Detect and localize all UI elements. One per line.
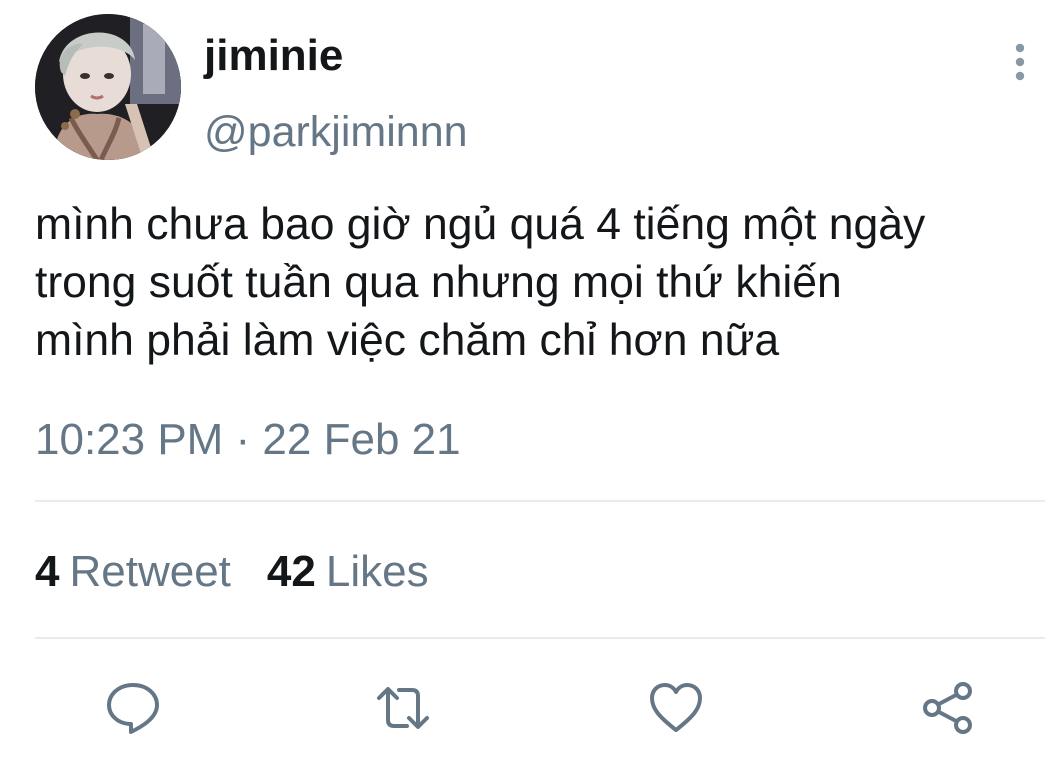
- like-button[interactable]: [648, 680, 704, 736]
- retweet-icon: [377, 687, 429, 729]
- tweet-text-line: mình chưa bao giờ ngủ quá 4 tiếng một ng…: [35, 200, 926, 249]
- heart-icon: [650, 683, 702, 732]
- more-vertical-icon: [1015, 43, 1025, 81]
- avatar[interactable]: [35, 14, 181, 160]
- likes-count-link[interactable]: 42 Likes: [267, 544, 429, 600]
- user-handle[interactable]: @parkjiminnn: [204, 106, 468, 158]
- share-button[interactable]: [920, 680, 976, 736]
- likes-count: 42: [266, 547, 316, 596]
- retweet-button[interactable]: [375, 680, 431, 736]
- tweet-timestamp[interactable]: 10:23 PM · 22 Feb 21: [35, 412, 461, 468]
- reply-button[interactable]: [105, 680, 161, 736]
- tweet-text-line: mình phải làm việc chăm chỉ hơn nữa: [35, 316, 780, 365]
- tweet-text-line: trong suốt tuần qua nhưng mọi thứ khiến: [35, 258, 842, 307]
- divider: [35, 500, 1045, 502]
- retweet-count: 4: [35, 547, 60, 596]
- engagement-stats: 4 Retweet 42 Likes: [35, 544, 429, 600]
- tweet-text: mình chưa bao giờ ngủ quá 4 tiếng một ng…: [35, 196, 1045, 370]
- retweet-label: Retweet: [69, 547, 231, 596]
- avatar-image: [35, 14, 181, 160]
- tweet-detail: jiminie @parkjiminnn mình chưa bao giờ n…: [0, 0, 1050, 760]
- more-options-button[interactable]: [1000, 40, 1040, 84]
- display-name[interactable]: jiminie: [204, 30, 343, 82]
- reply-icon: [107, 683, 159, 734]
- retweet-count-link[interactable]: 4 Retweet: [35, 544, 231, 600]
- divider: [35, 637, 1045, 639]
- likes-label: Likes: [325, 547, 429, 596]
- share-icon: [923, 682, 972, 734]
